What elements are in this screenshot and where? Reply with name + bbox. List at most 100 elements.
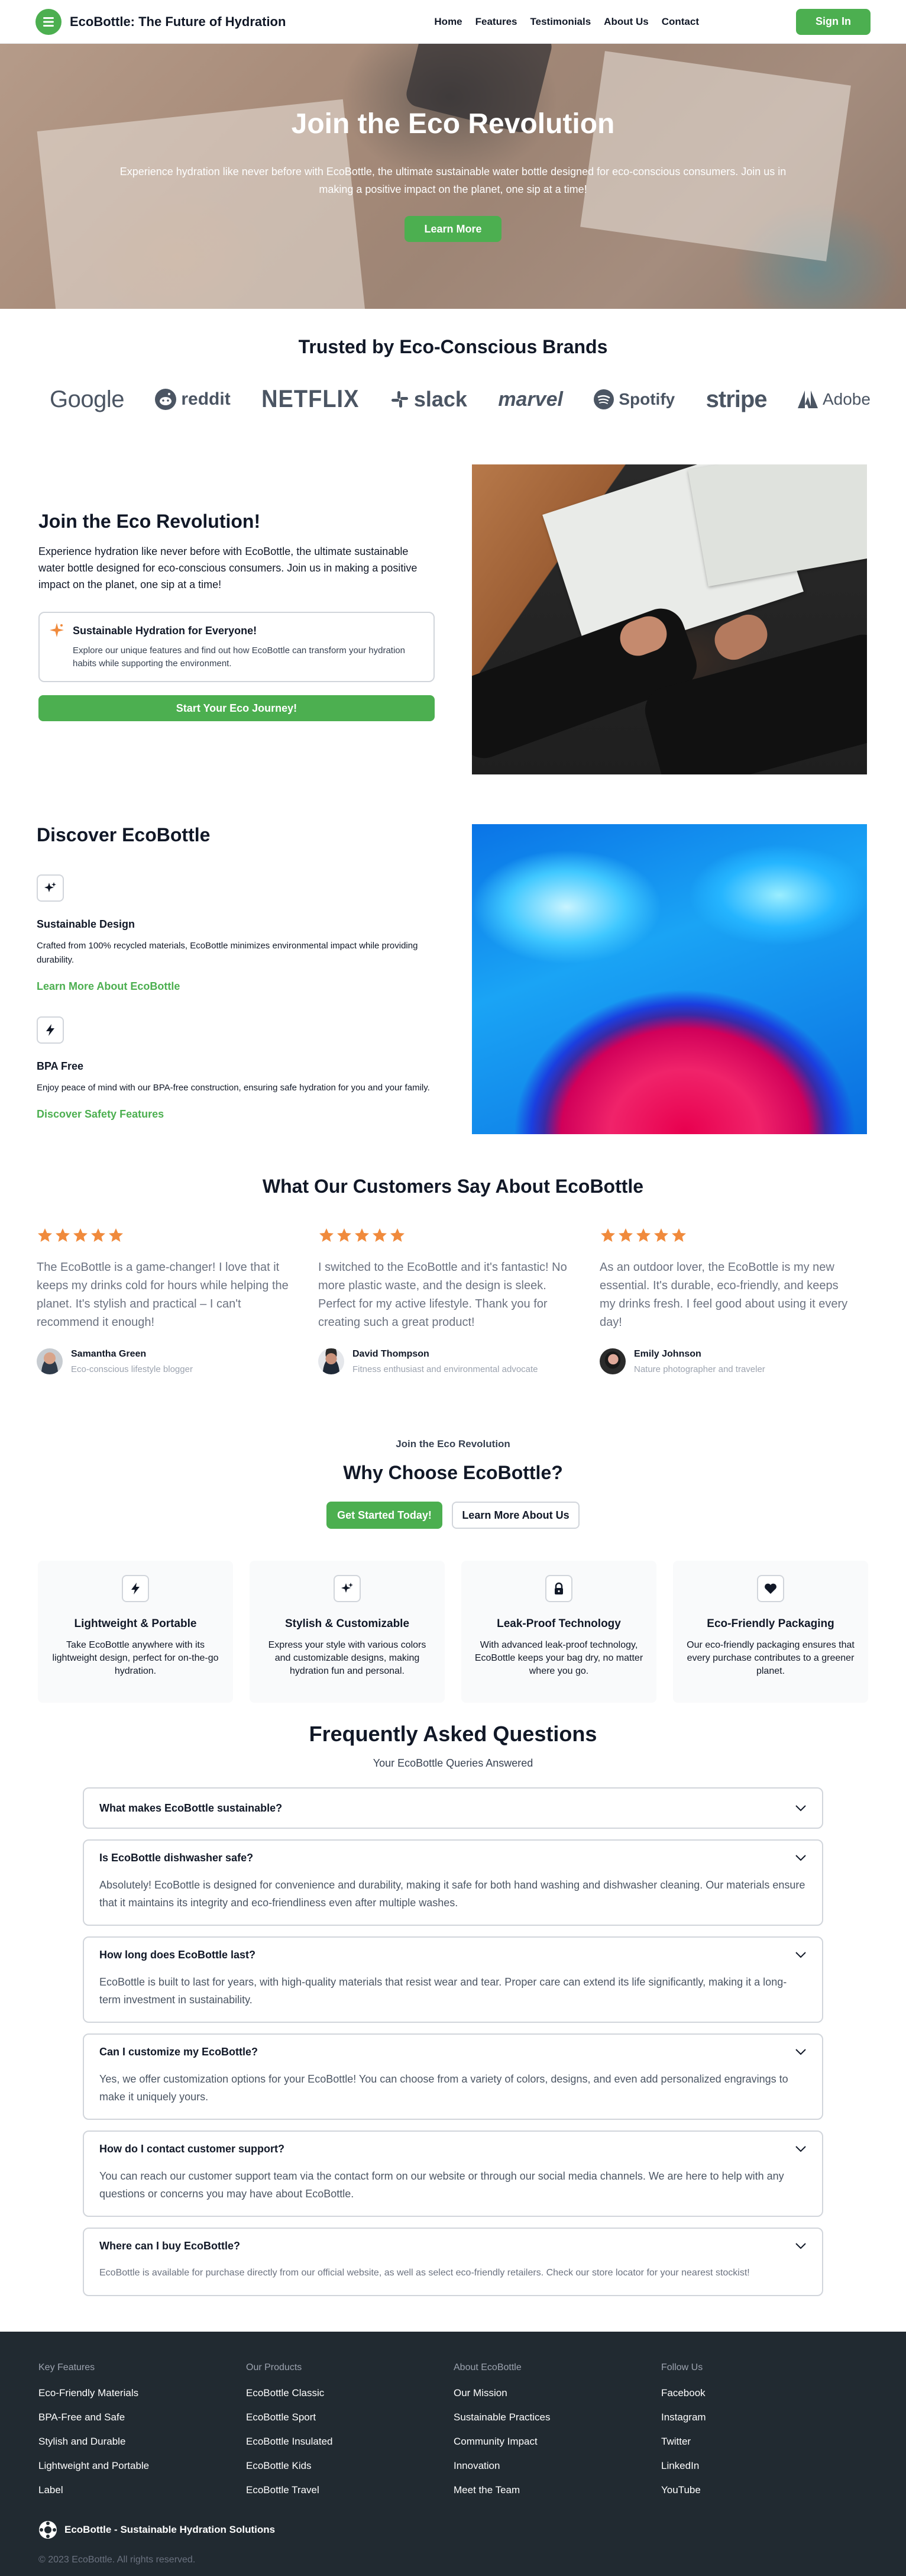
learn-more-about-us-button[interactable]: Learn More About Us: [452, 1502, 580, 1529]
chevron-down-icon[interactable]: [795, 1854, 807, 1861]
faq-item[interactable]: Where can I buy EcoBottle? EcoBottle is …: [83, 2228, 823, 2296]
faq-question-text: How do I contact customer support?: [99, 2142, 285, 2155]
chevron-down-icon[interactable]: [795, 2145, 807, 2152]
faq-item[interactable]: Is EcoBottle dishwasher safe? Absolutely…: [83, 1839, 823, 1926]
footer-link[interactable]: Label: [38, 2484, 246, 2496]
faq-item[interactable]: What makes EcoBottle sustainable?: [83, 1787, 823, 1829]
footer-link[interactable]: LinkedIn: [661, 2460, 869, 2472]
learn-more-link[interactable]: Learn More About EcoBottle: [37, 980, 439, 993]
feature-card: Eco-Friendly Packaging Our eco-friendly …: [673, 1561, 868, 1703]
chevron-down-icon[interactable]: [795, 2242, 807, 2249]
footer-link[interactable]: Twitter: [661, 2436, 869, 2448]
get-started-button[interactable]: Get Started Today!: [326, 1502, 442, 1529]
footer-link[interactable]: Instagram: [661, 2412, 869, 2423]
footer-link[interactable]: EcoBottle Sport: [246, 2412, 454, 2423]
footer-link[interactable]: YouTube: [661, 2484, 869, 2496]
star-icon: [37, 1227, 53, 1247]
testimonial-card: I switched to the EcoBottle and it's fan…: [318, 1227, 570, 1374]
faq-question[interactable]: What makes EcoBottle sustainable?: [99, 1789, 807, 1828]
reddit-icon: [155, 389, 177, 410]
chevron-down-icon[interactable]: [795, 1805, 807, 1812]
author-role: Nature photographer and traveler: [634, 1364, 765, 1374]
faq-list: What makes EcoBottle sustainable? Is Eco…: [83, 1787, 823, 2296]
footer-columns: Key Features Eco-Friendly Materials BPA-…: [38, 2362, 906, 2509]
footer-link[interactable]: Community Impact: [454, 2436, 661, 2448]
feature-card-title: Eco-Friendly Packaging: [707, 1618, 834, 1630]
join-body: Experience hydration like never before w…: [38, 545, 418, 590]
footer-link[interactable]: EcoBottle Kids: [246, 2460, 454, 2472]
author-role: Fitness enthusiast and environmental adv…: [352, 1364, 538, 1374]
star-icon: [371, 1227, 388, 1247]
feature-card: Leak-Proof Technology With advanced leak…: [461, 1561, 656, 1703]
star-icon: [90, 1227, 106, 1247]
join-title: Join the Eco Revolution!: [38, 511, 261, 532]
footer-link[interactable]: Meet the Team: [454, 2484, 661, 2496]
nav-link-features[interactable]: Features: [475, 16, 517, 28]
why-kicker: Join the Eco Revolution: [396, 1438, 510, 1450]
hero-content: Join the Eco Revolution Experience hydra…: [0, 44, 906, 309]
why-title: Why Choose EcoBottle?: [343, 1462, 563, 1483]
footer-link[interactable]: BPA-Free and Safe: [38, 2412, 246, 2423]
slack-icon: [391, 391, 408, 408]
footer-link[interactable]: Our Mission: [454, 2387, 661, 2399]
footer-link[interactable]: Innovation: [454, 2460, 661, 2472]
chevron-down-icon[interactable]: [795, 1951, 807, 1958]
chevron-down-icon[interactable]: [795, 2048, 807, 2055]
star-icon: [354, 1227, 370, 1247]
star-icon: [54, 1227, 71, 1247]
faq-question[interactable]: Where can I buy EcoBottle?: [99, 2229, 807, 2263]
footer-link[interactable]: Stylish and Durable: [38, 2436, 246, 2448]
faq-item[interactable]: Can I customize my EcoBottle? Yes, we of…: [83, 2033, 823, 2120]
learn-more-button[interactable]: Learn More: [405, 216, 501, 242]
nav-link-home[interactable]: Home: [434, 16, 462, 28]
faq-question[interactable]: Can I customize my EcoBottle?: [99, 2035, 807, 2069]
feature-title: BPA Free: [37, 1060, 84, 1072]
testimonial-quote: The EcoBottle is a game-changer! I love …: [37, 1261, 289, 1329]
star-rating: [37, 1227, 289, 1247]
feature-card-title: Lightweight & Portable: [74, 1618, 197, 1630]
logo-icon: [35, 8, 62, 35]
feature-card-title: Stylish & Customizable: [284, 1618, 410, 1630]
start-journey-button[interactable]: Start Your Eco Journey!: [38, 695, 435, 721]
faq-question-text: Is EcoBottle dishwasher safe?: [99, 1851, 254, 1864]
safety-features-link[interactable]: Discover Safety Features: [37, 1108, 439, 1121]
brand-logos: Google reddit NETFLIX slack marvel Spoti…: [0, 383, 906, 416]
star-icon: [389, 1227, 406, 1247]
nav-link-testimonials[interactable]: Testimonials: [530, 16, 591, 28]
faq-title: Frequently Asked Questions: [309, 1722, 597, 1746]
lock-icon: [545, 1575, 572, 1602]
avatar: [600, 1348, 626, 1374]
footer-link[interactable]: EcoBottle Travel: [246, 2484, 454, 2496]
faq-question[interactable]: Is EcoBottle dishwasher safe?: [99, 1841, 807, 1875]
testimonial-quote: As an outdoor lover, the EcoBottle is my…: [600, 1261, 848, 1329]
reddit-logo: reddit: [155, 389, 231, 410]
faq-question-text: How long does EcoBottle last?: [99, 1948, 256, 1961]
faq-question[interactable]: How do I contact customer support?: [99, 2132, 807, 2166]
feature-card-title: Leak-Proof Technology: [497, 1618, 621, 1630]
faq-question[interactable]: How long does EcoBottle last?: [99, 1938, 807, 1972]
faq-item[interactable]: How do I contact customer support? You c…: [83, 2130, 823, 2217]
sustainable-card-title: Sustainable Hydration for Everyone!: [73, 625, 257, 637]
spotify-icon: [594, 389, 614, 409]
footer-column: Key Features Eco-Friendly Materials BPA-…: [38, 2362, 246, 2509]
nav-link-contact[interactable]: Contact: [662, 16, 699, 28]
footer-link[interactable]: EcoBottle Insulated: [246, 2436, 454, 2448]
footer-link[interactable]: EcoBottle Classic: [246, 2387, 454, 2399]
sustainable-card-body: Explore our unique features and find out…: [73, 645, 405, 669]
star-icon: [671, 1227, 687, 1247]
feature-body: Enjoy peace of mind with our BPA-free co…: [37, 1083, 430, 1093]
testimonial-author: Emily Johnson Nature photographer and tr…: [600, 1348, 852, 1374]
faq-item[interactable]: How long does EcoBottle last? EcoBottle …: [83, 1936, 823, 2023]
footer-link[interactable]: Eco-Friendly Materials: [38, 2387, 246, 2399]
footer-link[interactable]: Lightweight and Portable: [38, 2460, 246, 2472]
author-name: David Thompson: [352, 1348, 429, 1359]
footer-brand[interactable]: EcoBottle - Sustainable Hydration Soluti…: [38, 2520, 906, 2539]
sign-in-button[interactable]: Sign In: [796, 8, 871, 35]
nav-link-about[interactable]: About Us: [604, 16, 649, 28]
join-section: Join the Eco Revolution! Experience hydr…: [0, 464, 906, 784]
footer-link[interactable]: Sustainable Practices: [454, 2412, 661, 2423]
brand[interactable]: EcoBottle: The Future of Hydration: [35, 8, 286, 35]
footer-heading: Key Features: [38, 2362, 95, 2372]
lightning-icon: [37, 1016, 64, 1044]
footer-link[interactable]: Facebook: [661, 2387, 869, 2399]
